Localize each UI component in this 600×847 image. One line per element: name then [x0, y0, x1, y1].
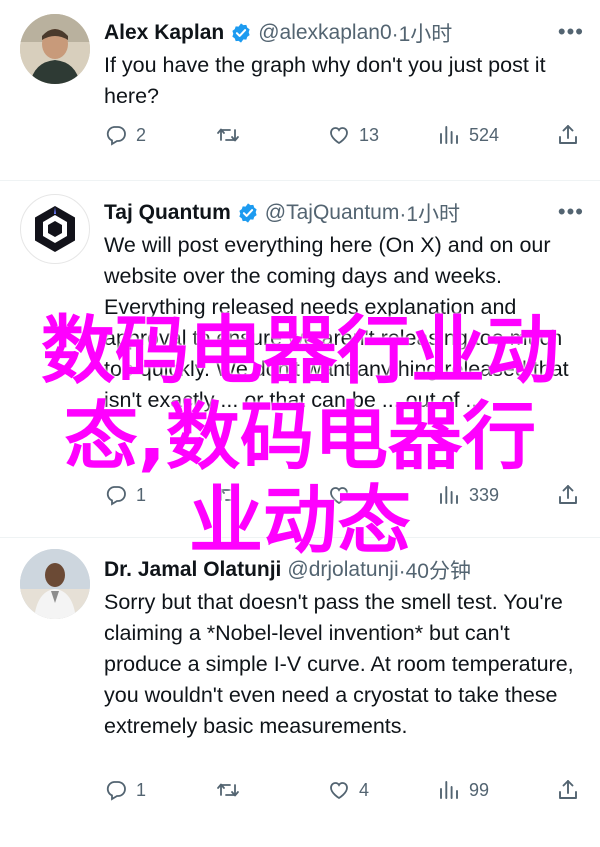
- avatar-dr-jamal-olatunji[interactable]: [20, 549, 90, 619]
- handle[interactable]: @drjolatunji: [287, 558, 398, 582]
- handle[interactable]: @alexkaplan0: [258, 21, 391, 45]
- tweet-3[interactable]: Dr. Jamal Olatunji @drjolatunji ·40分钟 So…: [0, 537, 600, 847]
- retweet-button[interactable]: [216, 773, 248, 807]
- display-name[interactable]: Alex Kaplan: [104, 21, 224, 45]
- verified-badge-icon: [232, 23, 250, 43]
- like-icon: [330, 127, 348, 145]
- tweet-header: Dr. Jamal Olatunji @drjolatunji ·40分钟: [104, 553, 471, 587]
- tweet-header: Alex Kaplan @alexkaplan0 ·1小时: [104, 16, 452, 50]
- views-button[interactable]: 339: [437, 478, 499, 512]
- timestamp[interactable]: ·1小时: [399, 198, 460, 228]
- timestamp[interactable]: ·1小时: [392, 18, 453, 48]
- avatar-photo: [20, 549, 90, 619]
- avatar-alex-kaplan[interactable]: [20, 14, 90, 84]
- reply-count: 1: [136, 779, 147, 800]
- retweet-button[interactable]: [216, 118, 248, 152]
- views-count: 339: [469, 484, 500, 505]
- retweet-icon: [217, 488, 239, 502]
- verified-badge-icon: [239, 203, 257, 223]
- like-icon: [330, 487, 348, 505]
- like-count: 13: [359, 124, 380, 145]
- reply-icon: [106, 126, 126, 146]
- more-icon[interactable]: •••: [558, 201, 584, 223]
- retweet-button[interactable]: [216, 478, 248, 512]
- reply-button[interactable]: 1: [104, 478, 146, 512]
- share-button[interactable]: [556, 478, 580, 512]
- like-button[interactable]: [327, 478, 359, 512]
- share-icon: [559, 485, 577, 504]
- reply-icon: [106, 781, 126, 801]
- tweet-text: If you have the graph why don't you just…: [104, 53, 546, 108]
- reply-button[interactable]: 1: [104, 773, 146, 807]
- tweet-actions: 2 13 524: [104, 118, 584, 152]
- like-button[interactable]: 13: [327, 118, 379, 152]
- tweet-actions: 1 4 99: [104, 773, 584, 807]
- display-name[interactable]: Dr. Jamal Olatunji: [104, 558, 281, 582]
- taj-quantum-logo: [35, 206, 75, 252]
- retweet-icon: [217, 128, 239, 142]
- tweet-actions: 1 339: [104, 478, 584, 512]
- tweet-text: We will post everything here (On X) and …: [104, 233, 569, 412]
- share-icon: [559, 780, 577, 799]
- share-icon: [559, 125, 577, 144]
- reply-count: 2: [136, 124, 147, 145]
- views-button[interactable]: 99: [437, 773, 489, 807]
- retweet-icon: [217, 783, 239, 797]
- reply-icon: [106, 486, 126, 506]
- more-icon[interactable]: •••: [558, 21, 584, 43]
- tweet-1[interactable]: Alex Kaplan @alexkaplan0 ·1小时 ••• If you…: [0, 0, 600, 180]
- share-button[interactable]: [556, 773, 580, 807]
- share-button[interactable]: [556, 118, 580, 152]
- like-button[interactable]: 4: [327, 773, 369, 807]
- views-button[interactable]: 524: [437, 118, 499, 152]
- like-count: 4: [359, 779, 370, 800]
- views-count: 99: [469, 779, 490, 800]
- display-name[interactable]: Taj Quantum: [104, 201, 231, 225]
- views-icon: [440, 781, 458, 799]
- views-icon: [440, 126, 458, 144]
- tweet-2[interactable]: Taj Quantum @TajQuantum ·1小时 ••• We will…: [0, 180, 600, 537]
- avatar-taj-quantum[interactable]: [20, 194, 90, 264]
- tweet-text: Sorry but that doesn't pass the smell te…: [104, 590, 574, 738]
- like-icon: [330, 782, 348, 800]
- timestamp[interactable]: ·40分钟: [399, 555, 471, 585]
- views-count: 524: [469, 124, 500, 145]
- tweet-header: Taj Quantum @TajQuantum ·1小时: [104, 196, 460, 230]
- reply-button[interactable]: 2: [104, 118, 146, 152]
- handle[interactable]: @TajQuantum: [265, 201, 400, 225]
- reply-count: 1: [136, 484, 147, 505]
- views-icon: [440, 486, 458, 504]
- avatar-photo: [20, 14, 90, 84]
